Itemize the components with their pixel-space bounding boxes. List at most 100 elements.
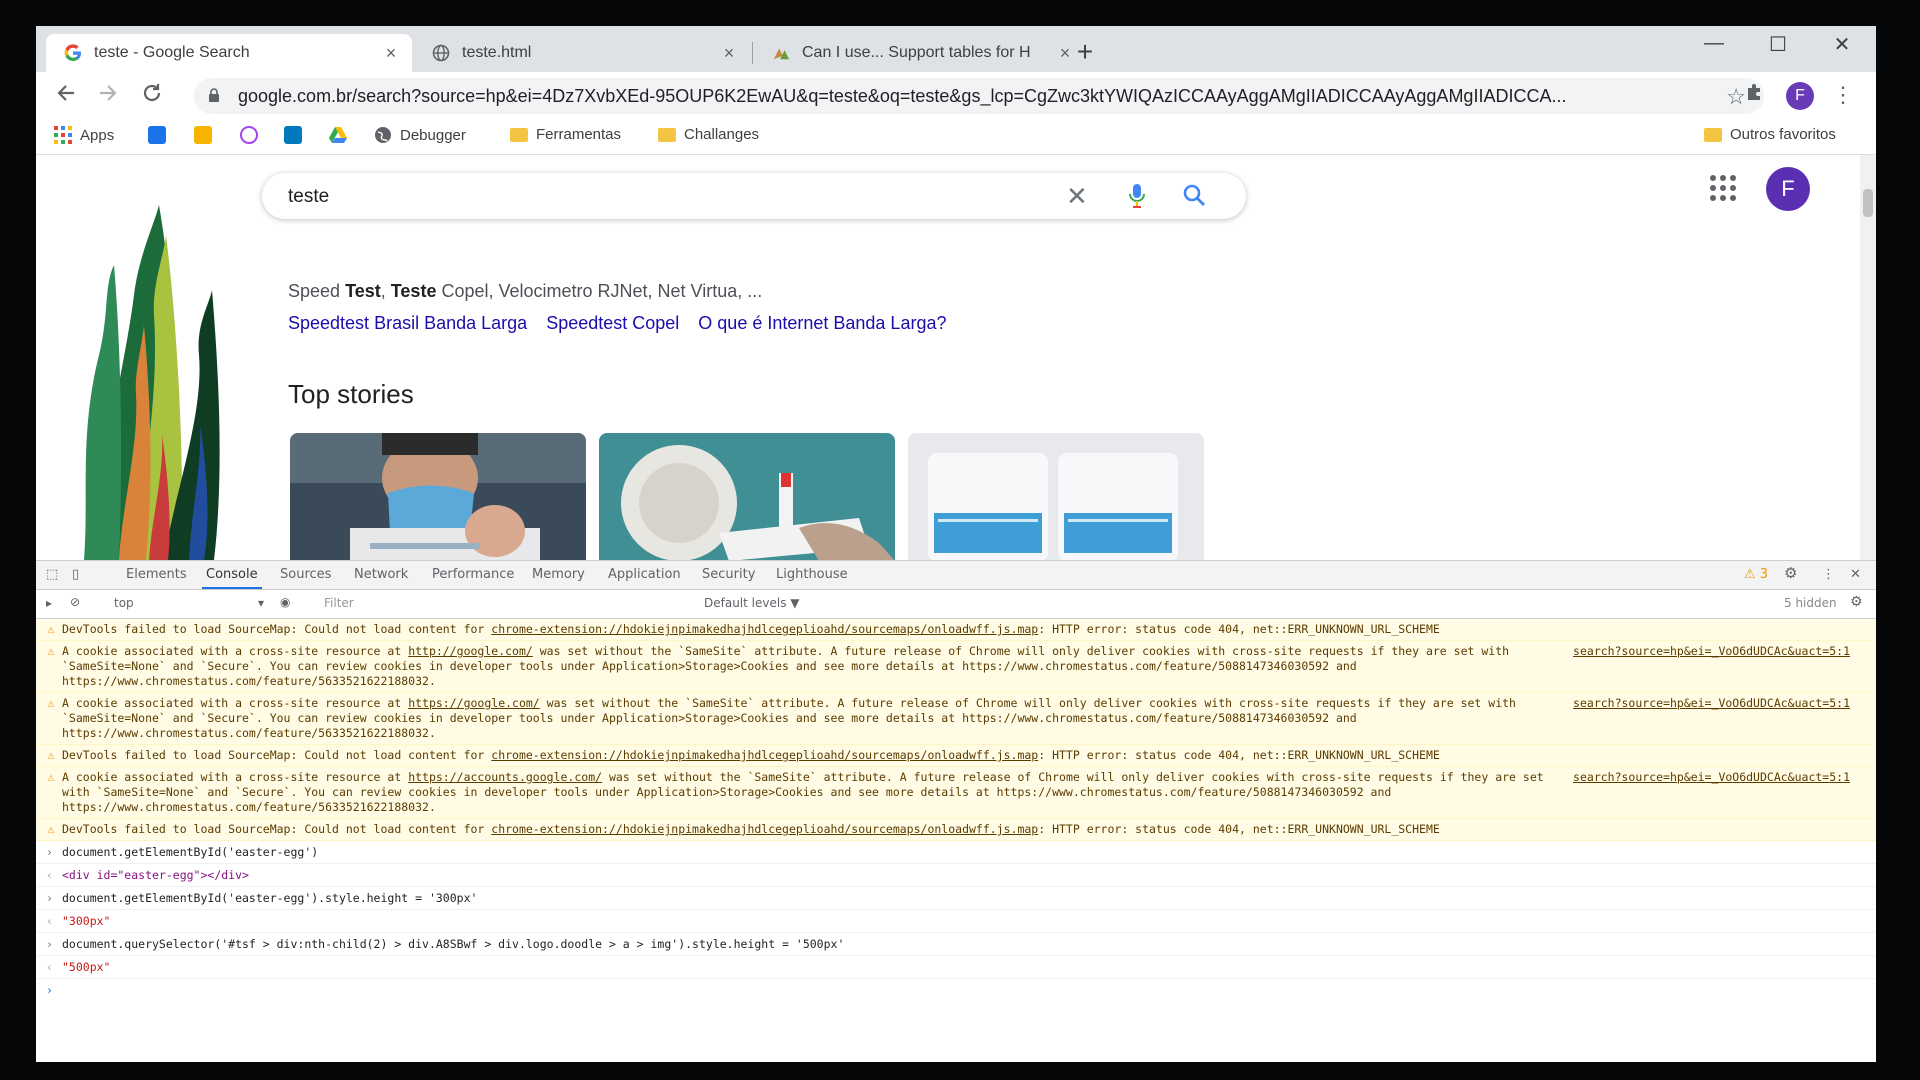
caniuse-icon	[772, 44, 790, 62]
sidebar-toggle-icon[interactable]: ▸	[46, 596, 52, 610]
tab-close-button[interactable]: ×	[716, 43, 742, 64]
warning-count-badge[interactable]: ⚠ 3	[1744, 567, 1768, 582]
close-devtools-icon[interactable]: ✕	[1850, 567, 1861, 582]
forward-button[interactable]	[92, 82, 124, 111]
result-chevron-icon: ‹	[46, 868, 53, 882]
devtools-panel: ⬚ ▯ Elements Console Sources Network Per…	[36, 560, 1876, 1062]
devtools-menu-icon[interactable]: ⋮	[1822, 567, 1835, 582]
page-scrollbar[interactable]	[1860, 155, 1876, 560]
settings-gear-icon[interactable]: ⚙	[1784, 564, 1797, 582]
story-card-image[interactable]	[290, 433, 586, 560]
bookmark-keep[interactable]	[194, 126, 212, 144]
console-command: › document.getElementById('easter-egg')	[36, 841, 1876, 864]
devtools-tab-console[interactable]: Console	[202, 567, 262, 589]
clear-console-icon[interactable]: ⊘	[70, 595, 80, 609]
address-bar[interactable]: google.com.br/search?source=hp&ei=4Dz7Xv…	[194, 78, 1764, 114]
tab-strip: teste - Google Search × teste.html × Can…	[36, 26, 1876, 72]
google-apps-icon[interactable]	[1710, 175, 1736, 201]
account-avatar[interactable]: F	[1766, 167, 1810, 211]
related-link[interactable]: Speedtest Copel	[546, 313, 679, 333]
google-doodle-image[interactable]	[64, 175, 234, 560]
related-link[interactable]: O que é Internet Banda Larga?	[698, 313, 946, 333]
bookmark-calendar[interactable]	[148, 126, 166, 144]
trello-icon	[284, 126, 302, 144]
arrow-right-icon	[100, 85, 117, 101]
tab-can-i-use[interactable]: Can I use... Support tables for H ×	[754, 34, 1086, 72]
search-icon[interactable]	[1182, 183, 1206, 212]
result-chevron-icon: ‹	[46, 914, 53, 928]
devtools-tab-memory[interactable]: Memory	[532, 567, 585, 582]
console-link[interactable]: chrome-extension://hdokiejnpimakedhajhdl…	[491, 822, 1038, 836]
warning-icon: ⚠	[47, 748, 55, 762]
devtools-tab-network[interactable]: Network	[354, 567, 408, 582]
tab-teste-html[interactable]: teste.html ×	[414, 34, 750, 72]
console-link[interactable]: chrome-extension://hdokiejnpimakedhajhdl…	[491, 748, 1038, 762]
reload-button[interactable]	[136, 82, 168, 111]
console-settings-gear-icon[interactable]: ⚙	[1850, 594, 1863, 610]
tab-close-button[interactable]: ×	[378, 43, 404, 64]
bookmark-folder-ferramentas[interactable]: Ferramentas	[510, 126, 621, 143]
new-tab-button[interactable]: +	[1068, 36, 1102, 68]
search-input[interactable]: teste	[288, 186, 329, 208]
maximize-button[interactable]: ☐	[1758, 32, 1798, 57]
devtools-tab-lighthouse[interactable]: Lighthouse	[776, 567, 848, 582]
console-warning: ⚠ DevTools failed to load SourceMap: Cou…	[36, 819, 1876, 841]
profile-avatar[interactable]: F	[1786, 82, 1814, 110]
console-prompt-input[interactable]: ›	[36, 979, 1876, 1001]
live-expression-eye-icon[interactable]: ◉	[280, 595, 290, 609]
console-source-link[interactable]: search?source=hp&ei=_VoO6dUDCAc&uact=5:1	[1573, 696, 1850, 711]
devtools-tab-elements[interactable]: Elements	[126, 567, 187, 582]
clear-search-icon[interactable]: ✕	[1066, 181, 1088, 212]
result-chevron-icon: ‹	[46, 960, 53, 974]
device-toolbar-icon[interactable]: ▯	[72, 567, 79, 582]
minimize-button[interactable]: —	[1694, 32, 1734, 55]
prompt-chevron-icon: ›	[46, 845, 53, 859]
console-source-link[interactable]: search?source=hp&ei=_VoO6dUDCAc&uact=5:1	[1573, 644, 1850, 659]
bookmark-label: Outros favoritos	[1730, 126, 1836, 143]
related-link[interactable]: Speedtest Brasil Banda Larga	[288, 313, 527, 333]
microphone-icon[interactable]	[1128, 183, 1146, 214]
search-box[interactable]: teste ✕	[262, 173, 1246, 219]
console-link[interactable]: https://google.com/	[408, 696, 540, 710]
prompt-chevron-icon: ›	[46, 937, 53, 951]
inspect-element-icon[interactable]: ⬚	[46, 567, 58, 582]
scrollbar-thumb[interactable]	[1863, 189, 1873, 217]
console-result[interactable]: ‹ <div id="easter-egg"></div>	[36, 864, 1876, 887]
warning-icon: ⚠	[47, 822, 55, 836]
devtools-tab-sources[interactable]: Sources	[280, 567, 331, 582]
bookmark-drive[interactable]	[328, 126, 348, 144]
bookmark-folder-challanges[interactable]: Challanges	[658, 126, 759, 143]
console-link[interactable]: http://google.com/	[408, 644, 533, 658]
devtools-tab-performance[interactable]: Performance	[432, 567, 514, 582]
extensions-puzzle-icon[interactable]	[1740, 82, 1770, 108]
bookmark-folder-other[interactable]: Outros favoritos	[1704, 126, 1836, 143]
bookmark-apps[interactable]: Apps	[54, 126, 114, 144]
story-card-image[interactable]	[908, 433, 1204, 560]
context-selector[interactable]: top ▾	[114, 596, 264, 610]
bookmark-check[interactable]	[240, 126, 258, 144]
back-button[interactable]	[50, 82, 82, 111]
bookmark-label: Challanges	[684, 126, 760, 143]
apps-grid-icon	[54, 126, 72, 144]
devtools-tab-application[interactable]: Application	[608, 567, 681, 582]
bookmark-label: Debugger	[400, 126, 466, 144]
folder-icon	[658, 127, 676, 142]
console-link[interactable]: https://accounts.google.com/	[408, 770, 602, 784]
devtools-tab-security[interactable]: Security	[702, 567, 755, 582]
log-levels-dropdown[interactable]: Default levels ▼	[704, 596, 800, 610]
close-window-button[interactable]: ✕	[1822, 32, 1862, 57]
warning-icon: ⚠	[47, 770, 55, 784]
menu-kebab-icon[interactable]: ⋮	[1828, 82, 1858, 108]
bookmark-trello[interactable]	[284, 126, 302, 144]
tab-google-search[interactable]: teste - Google Search ×	[46, 34, 412, 72]
console-result: ‹ "500px"	[36, 956, 1876, 979]
calendar-icon	[148, 126, 166, 144]
bookmark-debugger[interactable]: Debugger	[374, 126, 466, 144]
console-filter-input[interactable]: Filter	[324, 596, 354, 610]
console-source-link[interactable]: search?source=hp&ei=_VoO6dUDCAc&uact=5:1	[1573, 770, 1850, 785]
console-link[interactable]: chrome-extension://hdokiejnpimakedhajhdl…	[491, 622, 1038, 636]
console-warning: ⚠ A cookie associated with a cross-site …	[36, 641, 1876, 693]
tab-separator	[752, 42, 753, 64]
story-card-image[interactable]	[599, 433, 895, 560]
console-output: ⚠ DevTools failed to load SourceMap: Cou…	[36, 619, 1876, 1062]
